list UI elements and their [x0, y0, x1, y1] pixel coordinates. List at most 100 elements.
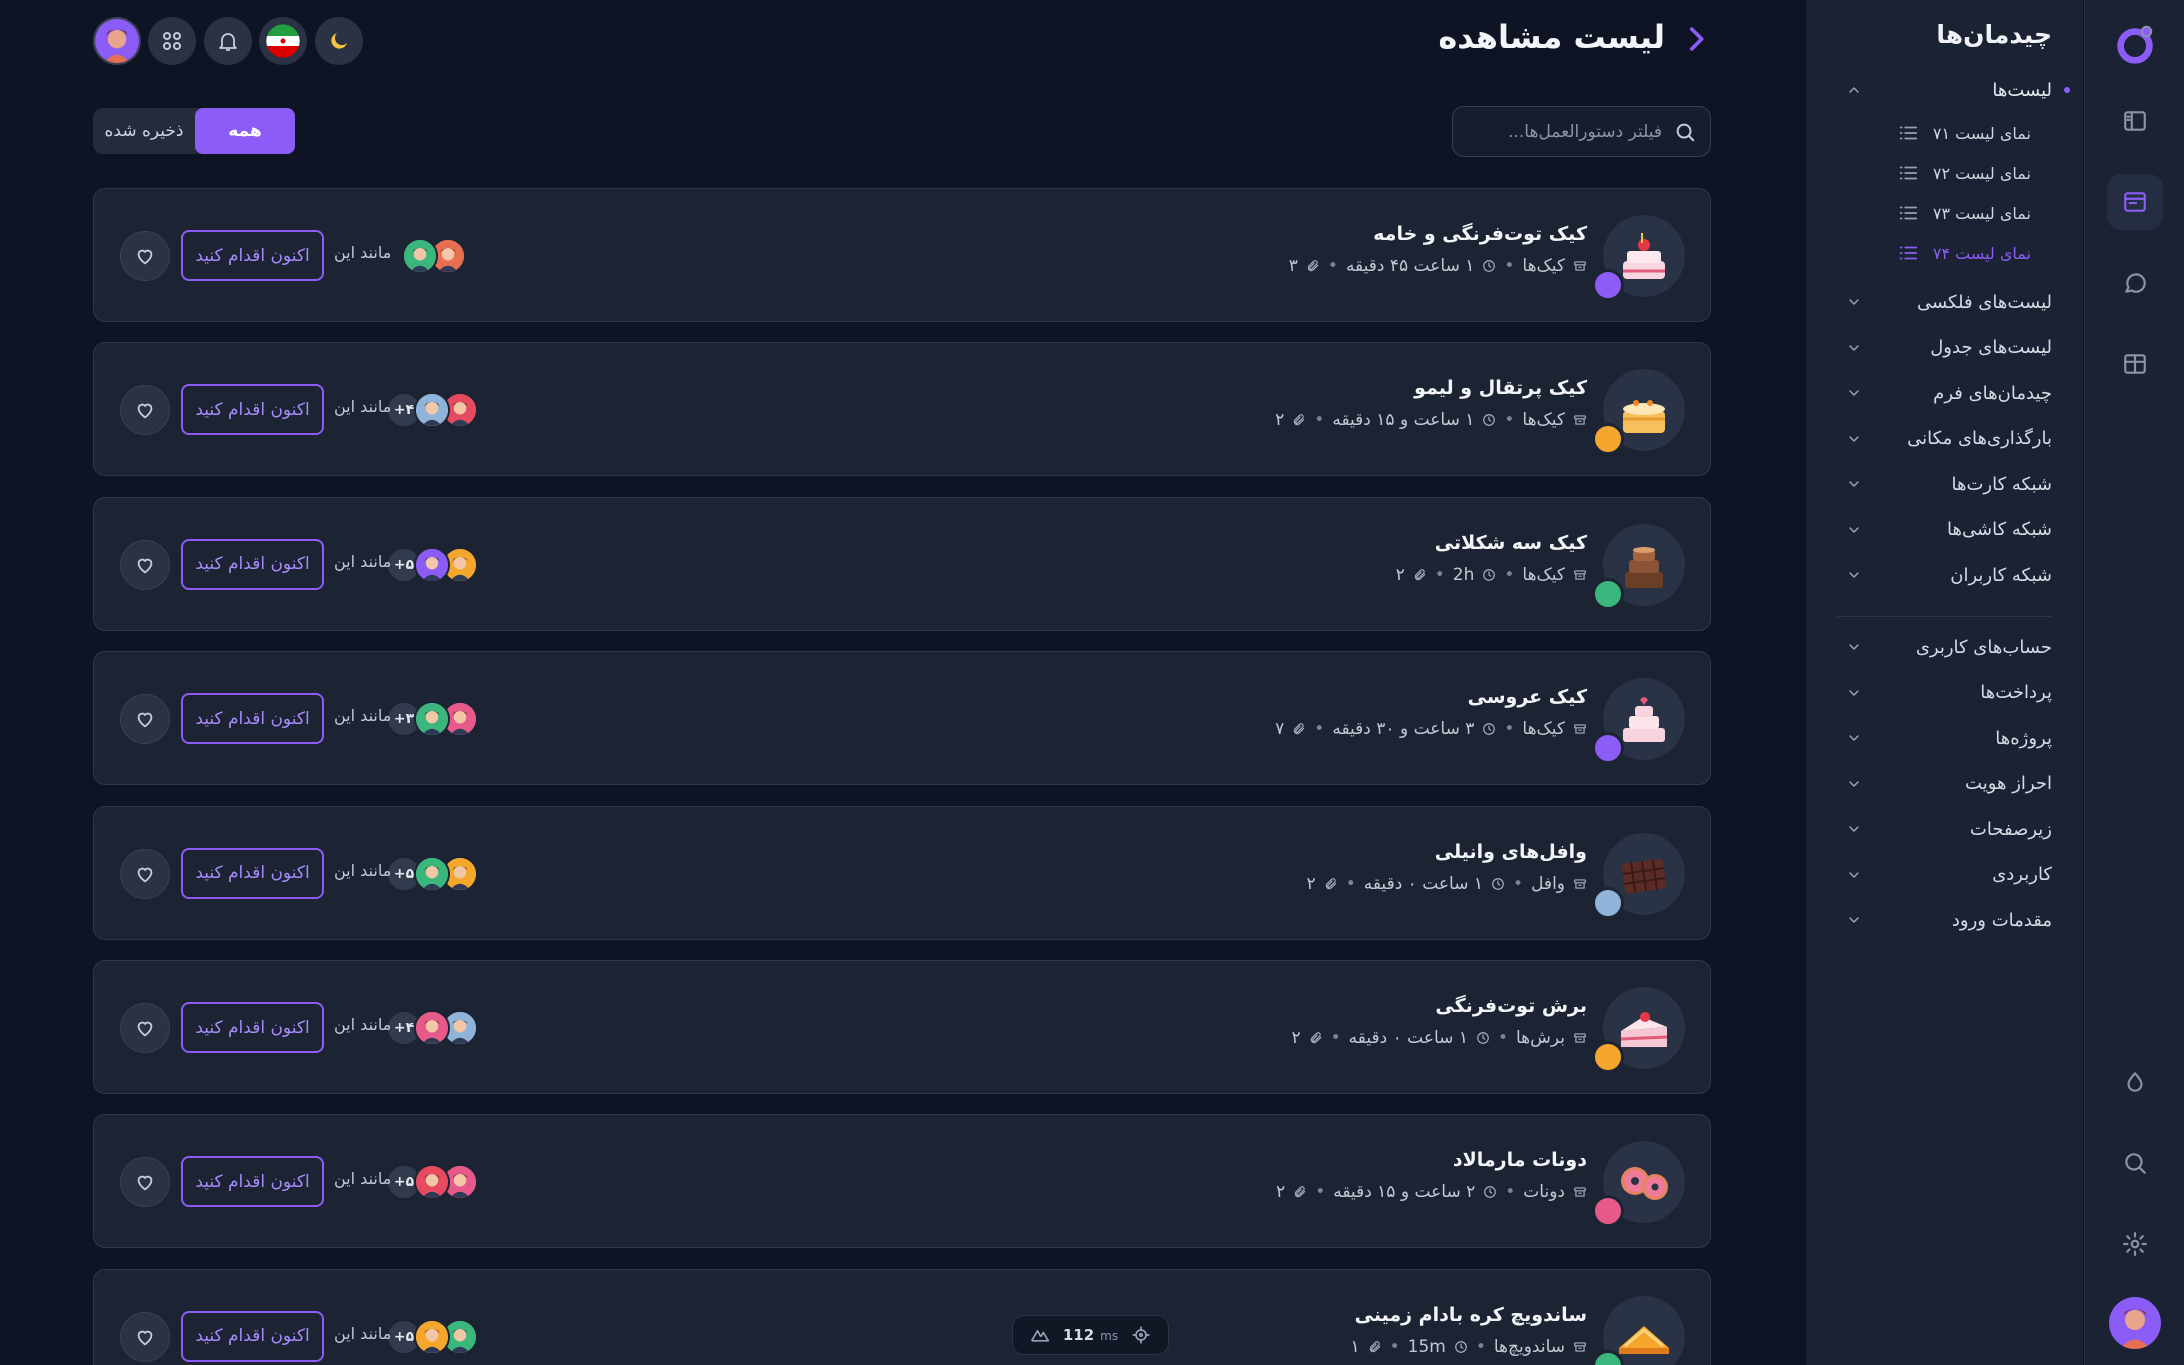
favorite-button[interactable] [120, 1003, 170, 1053]
recipe-time: 15m [1407, 1336, 1446, 1357]
recipe-card[interactable]: برش توت‌فرنگی برش‌ها • ۱ ساعت ۰ دقیقه • … [93, 960, 1711, 1094]
recipe-attachments: ۲ [1306, 873, 1316, 894]
favorite-button[interactable] [120, 694, 170, 745]
recipe-attachments: ۱ [1350, 1336, 1360, 1357]
action-button[interactable]: اکنون اقدام کنید [181, 847, 324, 899]
filter-all-tab[interactable]: همه [195, 108, 295, 154]
heart-icon [137, 712, 153, 728]
recipe-meta: وافل • ۱ ساعت ۰ دقیقه • ۲ [1307, 874, 1587, 894]
action-button[interactable]: اکنون اقدام کنید [181, 1002, 324, 1053]
rail-settings-button[interactable] [2107, 1216, 2163, 1272]
recipe-card[interactable]: کیک سه شکلاتی کیک‌ها • 2h • ۲ +۵ مانند ا… [93, 496, 1711, 631]
rail-dashboard-button[interactable] [2107, 336, 2163, 392]
sidebar-group-label: شبکه کاشی‌ها [1947, 519, 2052, 540]
back-button[interactable] [1679, 22, 1713, 56]
search-input[interactable] [1482, 121, 1662, 142]
sidebar-subitem[interactable]: نمای لیست ۷۱ [1897, 113, 2031, 153]
sidebar-group[interactable]: کاربردی [1846, 852, 2052, 898]
sidebar-subitem-label: نمای لیست ۷۲ [1932, 163, 2031, 183]
recipe-category: برش‌ها [1515, 1028, 1565, 1048]
recipe-card[interactable]: وافل‌های وانیلی وافل • ۱ ساعت ۰ دقیقه • … [93, 805, 1711, 940]
sidebar-subitem[interactable]: نمای لیست ۷۴ [1897, 233, 2031, 273]
recipe-title[interactable]: کیک عروسی [1468, 686, 1587, 708]
apps-button[interactable] [148, 17, 196, 65]
search-box[interactable] [1452, 106, 1711, 157]
rail-avatar[interactable] [2109, 1297, 2161, 1349]
sidebar-group[interactable]: پروژه‌ها [1846, 715, 2052, 761]
theme-toggle-button[interactable] [315, 17, 363, 65]
recipe-meta: کیک‌ها • ۱ ساعت و ۱۵ دقیقه • ۲ [1275, 410, 1587, 430]
sidebar-group[interactable]: احراز هویت [1846, 761, 2052, 807]
recipe-card[interactable]: کیک عروسی کیک‌ها • ۳ ساعت و ۳۰ دقیقه • ۷… [93, 651, 1711, 786]
rail-drop-button[interactable] [2107, 1054, 2163, 1110]
favorite-button[interactable] [120, 1157, 170, 1208]
action-button[interactable]: اکنون اقدام کنید [181, 384, 324, 436]
recipe-title[interactable]: وافل‌های وانیلی [1435, 841, 1587, 863]
recipe-card[interactable]: کیک پرتقال و لیمو کیک‌ها • ۱ ساعت و ۱۵ د… [93, 342, 1711, 477]
sidebar-group[interactable]: پرداخت‌ها [1846, 670, 2052, 716]
rail-search-button[interactable] [2107, 1135, 2163, 1191]
box-icon [1574, 1342, 1586, 1352]
action-button[interactable]: اکنون اقدام کنید [181, 230, 324, 281]
chevron-down-icon [1849, 344, 1859, 351]
sidebar-group-lists[interactable]: لیست‌ها [1846, 67, 2070, 113]
action-button[interactable]: اکنون اقدام کنید [181, 1156, 324, 1208]
sidebar-group[interactable]: لیست‌های جدول [1846, 325, 2052, 371]
heart-icon [137, 867, 153, 883]
action-button[interactable]: اکنون اقدام کنید [181, 538, 324, 590]
user-avatar-button[interactable] [93, 17, 141, 65]
sidebar-group[interactable]: زیرصفحات [1846, 806, 2052, 852]
sidebar-group[interactable]: مقدمات ورود [1846, 897, 2052, 943]
table-icon [2124, 354, 2146, 374]
active-dot [2064, 87, 2070, 93]
recipe-title[interactable]: ساندویچ کره بادام زمینی [1355, 1304, 1587, 1326]
favorite-button[interactable] [120, 1311, 170, 1362]
sidebar-subitem[interactable]: نمای لیست ۷۳ [1897, 193, 2031, 233]
favorite-button[interactable] [120, 231, 170, 281]
avatar-icon [2120, 1309, 2150, 1349]
language-button[interactable] [259, 17, 307, 65]
recipe-card[interactable]: ساندویچ کره بادام زمینی ساندویچ‌ها • 15m… [93, 1268, 1711, 1365]
meta-separator: • [1434, 564, 1445, 585]
sidebar-group[interactable]: حساب‌های کاربری [1846, 624, 2052, 670]
recipe-category: کیک‌ها [1522, 256, 1565, 276]
recipe-card[interactable]: دونات مارمالاد دونات • ۲ ساعت و ۱۵ دقیقه… [93, 1114, 1711, 1249]
paperclip-icon [1310, 1032, 1321, 1044]
recipe-title[interactable]: کیک پرتقال و لیمو [1414, 377, 1587, 399]
droplet-icon [2127, 1072, 2143, 1092]
favorite-button[interactable] [120, 848, 170, 899]
sidebar-subitem[interactable]: نمای لیست ۷۲ [1897, 153, 2031, 193]
box-icon [1574, 878, 1586, 889]
recipe-card[interactable]: کیک توت‌فرنگی و خامه کیک‌ها • ۱ ساعت ۴۵ … [93, 188, 1711, 322]
rail-sidebar-button[interactable] [2107, 93, 2163, 149]
favorite-button[interactable] [120, 539, 170, 590]
recipe-title[interactable]: کیک توت‌فرنگی و خامه [1373, 223, 1587, 245]
sidebar-group[interactable]: لیست‌های فلکسی [1846, 279, 2052, 325]
rail-chat-button[interactable] [2107, 255, 2163, 311]
author-avatar [1592, 886, 1624, 919]
recipe-time: ۱ ساعت و ۱۵ دقیقه [1332, 410, 1475, 431]
user-avatar-icon [95, 19, 139, 63]
recipe-attachments: ۲ [1291, 1028, 1301, 1048]
sidebar-group[interactable]: چیدمان‌های فرم [1846, 370, 2052, 416]
recipe-title[interactable]: دونات مارمالاد [1453, 1149, 1587, 1171]
recipe-title[interactable]: کیک سه شکلاتی [1435, 532, 1587, 554]
recipe-meta: کیک‌ها • ۱ ساعت ۴۵ دقیقه • ۳ [1289, 256, 1587, 276]
sidebar-group-label: احراز هویت [1965, 773, 2052, 794]
liker-avatar [414, 392, 450, 429]
sidebar-group[interactable]: شبکه کاربران [1846, 552, 2052, 598]
app-logo[interactable] [2107, 16, 2163, 72]
devtools-bar[interactable]: 112 ms [1012, 1315, 1169, 1355]
sidebar-group[interactable]: شبکه کاشی‌ها [1846, 507, 2052, 553]
rail-layouts-button[interactable] [2107, 174, 2163, 230]
chevron-down-icon [1849, 572, 1859, 578]
recipe-title[interactable]: برش توت‌فرنگی [1435, 995, 1587, 1017]
sidebar-group[interactable]: بارگذاری‌های مکانی [1846, 416, 2052, 462]
action-button[interactable]: اکنون اقدام کنید [181, 693, 324, 745]
filter-saved-tab[interactable]: ذخیره شده [93, 108, 195, 154]
action-button[interactable]: اکنون اقدام کنید [181, 1310, 324, 1362]
favorite-button[interactable] [120, 385, 170, 436]
heart-icon [137, 404, 153, 419]
sidebar-group[interactable]: شبکه کارت‌ها [1846, 461, 2052, 507]
notifications-button[interactable] [204, 17, 252, 65]
